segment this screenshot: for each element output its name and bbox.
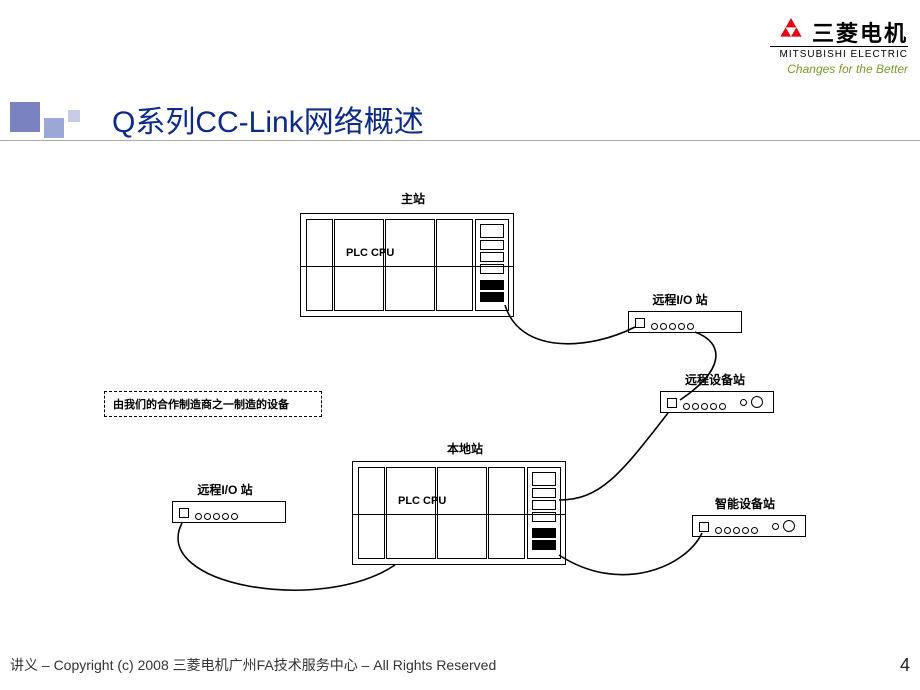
footer-copyright: 讲义 – Copyright (c) 2008 三菱电机广州FA技术服务中心 –…: [10, 655, 496, 676]
page-number: 4: [900, 655, 910, 676]
network-diagram: 主站 PLC CPU 本地站 PLC CPU: [90, 185, 850, 625]
remote-device: [660, 391, 774, 413]
remote-io-left: [172, 501, 286, 523]
local-cpu-label: PLC CPU: [398, 495, 446, 507]
partner-note: 由我们的合作制造商之一制造的设备: [104, 391, 322, 417]
brand-cjk: 三菱电机: [812, 16, 908, 48]
master-label: 主站: [388, 190, 438, 207]
smart-device-label: 智能设备站: [705, 495, 785, 512]
remote-io-top-label: 远程I/O 站: [640, 291, 720, 308]
remote-io-top: [628, 311, 742, 333]
remote-io-left-label: 远程I/O 站: [185, 481, 265, 498]
brand-tagline: Changes for the Better: [770, 62, 908, 76]
title-squares-icon: [0, 98, 100, 140]
footer: 讲义 – Copyright (c) 2008 三菱电机广州FA技术服务中心 –…: [10, 655, 910, 676]
smart-device: [692, 515, 806, 537]
brand-english: MITSUBISHI ELECTRIC: [770, 46, 908, 60]
mitsubishi-diamonds-icon: [770, 18, 812, 47]
title-underline: [0, 140, 920, 141]
local-label: 本地站: [440, 440, 490, 457]
master-cpu-label: PLC CPU: [346, 247, 394, 259]
slide-title: Q系列CC-Link网络概述: [100, 97, 424, 141]
title-band: Q系列CC-Link网络概述: [0, 94, 920, 144]
local-station: [352, 461, 566, 565]
remote-device-label: 远程设备站: [675, 371, 755, 388]
brand-logo: 三菱电机 MITSUBISHI ELECTRIC Changes for the…: [770, 16, 908, 76]
master-station: [300, 213, 514, 317]
